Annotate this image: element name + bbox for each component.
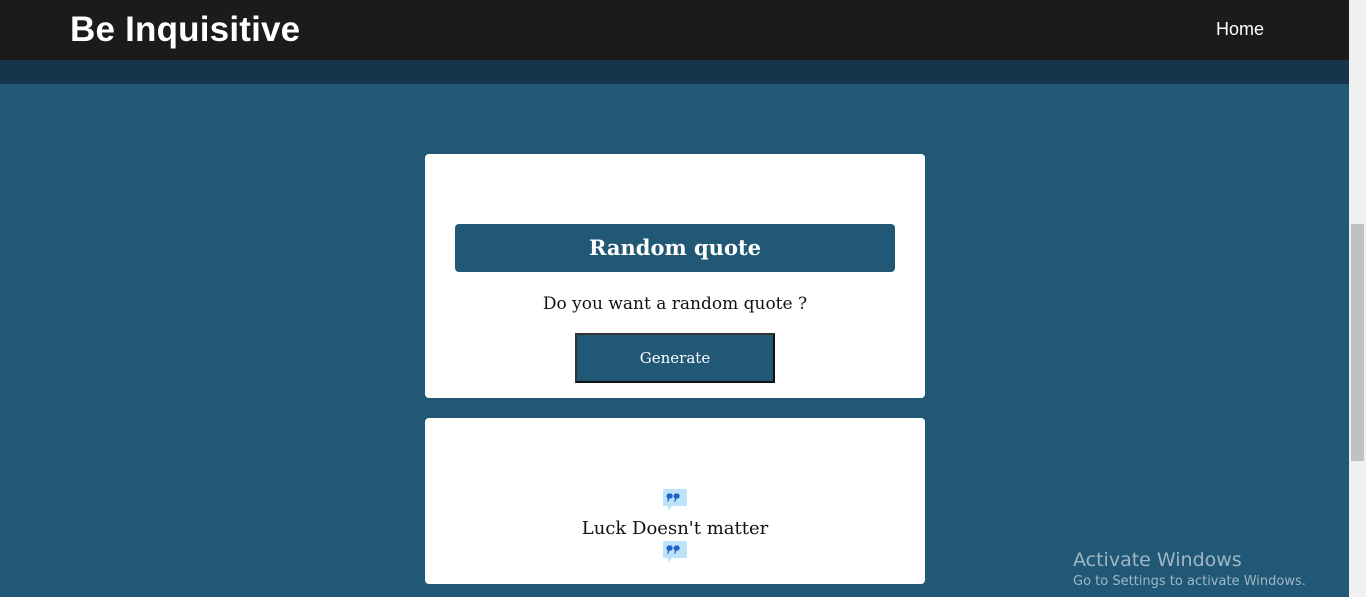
watermark-subtitle: Go to Settings to activate Windows. [1073, 574, 1306, 589]
quote-text: Luck Doesn't matter [581, 518, 769, 539]
watermark-title: Activate Windows [1073, 549, 1242, 571]
top-navbar: Be Inquisitive Home [0, 0, 1349, 60]
brand-title[interactable]: Be Inquisitive [70, 9, 300, 51]
quote-card: Luck Doesn't matter [425, 418, 925, 584]
generate-button[interactable]: Generate [575, 333, 775, 383]
nav-home-link[interactable]: Home [1216, 18, 1264, 40]
card-title: Random quote [455, 224, 895, 272]
nav-subbar [0, 60, 1349, 84]
random-quote-card: Random quote Do you want a random quote … [425, 154, 925, 398]
quote-open-icon [663, 489, 687, 511]
scrollbar-thumb[interactable] [1351, 224, 1364, 461]
activate-windows-watermark: Activate Windows Go to Settings to activ… [1073, 548, 1306, 592]
question-text: Do you want a random quote ? [542, 294, 808, 314]
quote-close-icon [663, 541, 687, 563]
